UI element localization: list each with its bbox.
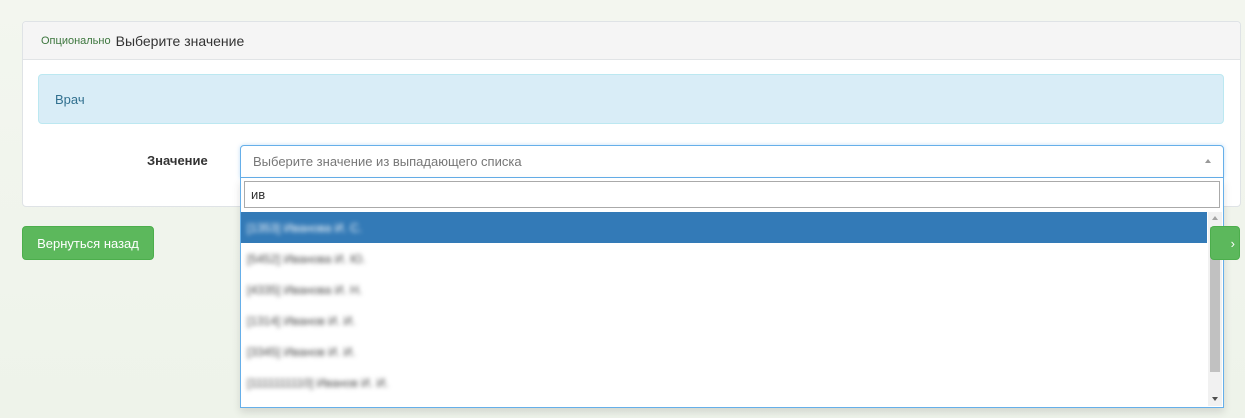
info-box: Врач bbox=[38, 74, 1224, 124]
panel-title: Выберите значение bbox=[115, 32, 245, 49]
back-button[interactable]: Вернуться назад bbox=[22, 226, 154, 260]
select-dropdown: [1353] Иванова И. С. [5452] Иванова И. Ю… bbox=[240, 178, 1224, 408]
result-item-label: [4335] Иванова И. Н. bbox=[247, 282, 363, 297]
result-item-label: [1111111110] Иванов И. И. bbox=[247, 375, 389, 390]
value-select[interactable]: Выберите значение из выпадающего списка bbox=[240, 145, 1224, 178]
result-item[interactable]: [1353] Иванова И. С. bbox=[241, 212, 1207, 243]
result-item[interactable]: [5452] Иванова И. Ю. bbox=[241, 243, 1207, 274]
result-item-label: [3345] Иванов И. И. bbox=[247, 344, 356, 359]
select-placeholder: Выберите значение из выпадающего списка bbox=[253, 154, 522, 169]
results-list: [1353] Иванова И. С. [5452] Иванова И. Ю… bbox=[241, 212, 1207, 406]
result-item[interactable]: [4335] Иванова И. Н. bbox=[241, 274, 1207, 305]
result-item-label: [5452] Иванова И. Ю. bbox=[247, 251, 366, 266]
caret-up-icon[interactable] bbox=[1205, 159, 1211, 163]
next-button[interactable]: › bbox=[1210, 226, 1240, 260]
scroll-up-arrow-icon[interactable] bbox=[1212, 216, 1218, 220]
result-item-label: [1353] Иванова И. С. bbox=[247, 220, 363, 235]
page: Опционально Выберите значение Врач Значе… bbox=[0, 0, 1245, 418]
result-item[interactable]: [3345] Иванов И. И. bbox=[241, 336, 1207, 367]
info-box-text: Врач bbox=[55, 91, 85, 107]
panel-heading: Опционально Выберите значение bbox=[23, 22, 1240, 60]
optional-tag: Опционально bbox=[41, 34, 111, 47]
scroll-down-arrow-icon[interactable] bbox=[1212, 397, 1218, 401]
field-label: Значение bbox=[147, 153, 208, 168]
result-item-label: [1314] Иванов И. И. bbox=[247, 313, 356, 328]
result-item[interactable]: [1314] Иванов И. И. bbox=[241, 305, 1207, 336]
dropdown-search-input[interactable] bbox=[244, 181, 1220, 208]
result-item[interactable]: [1111111110] Иванов И. И. bbox=[241, 367, 1207, 398]
